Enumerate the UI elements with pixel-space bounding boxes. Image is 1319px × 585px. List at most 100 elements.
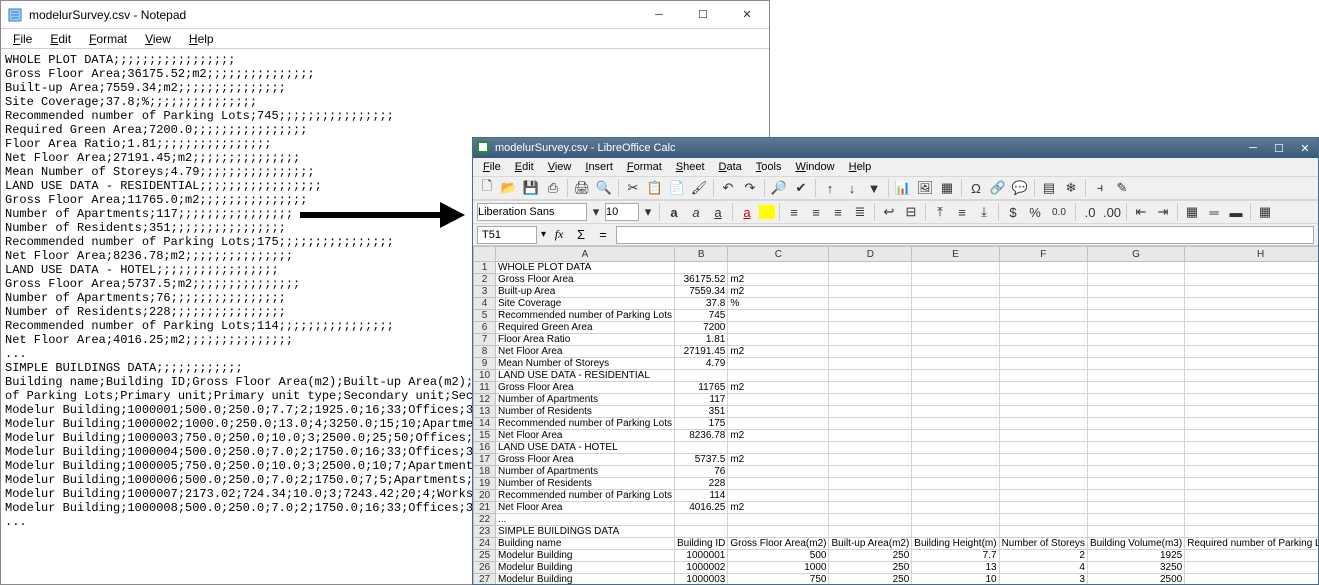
- column-header[interactable]: A: [496, 247, 675, 262]
- cell[interactable]: [1087, 346, 1184, 358]
- cell[interactable]: [1185, 370, 1318, 382]
- cell[interactable]: [674, 370, 727, 382]
- new-doc-icon[interactable]: 🗋: [477, 178, 497, 198]
- border-color-icon[interactable]: ▬: [1226, 202, 1246, 222]
- cell[interactable]: [674, 514, 727, 526]
- cell[interactable]: [1185, 274, 1318, 286]
- sum-icon[interactable]: Σ: [572, 226, 590, 244]
- cell[interactable]: [999, 514, 1087, 526]
- cell[interactable]: [728, 322, 829, 334]
- select-all-corner[interactable]: [474, 247, 496, 262]
- cell[interactable]: 3250: [1087, 562, 1184, 574]
- row-header[interactable]: 26: [474, 562, 496, 574]
- calc-grid[interactable]: ABCDEFGHIJ1WHOLE PLOT DATA2Gross Floor A…: [473, 246, 1318, 584]
- cell[interactable]: 76: [674, 466, 727, 478]
- cell[interactable]: [829, 394, 912, 406]
- notepad-menu-help[interactable]: Help: [181, 30, 222, 48]
- cell[interactable]: [999, 382, 1087, 394]
- cell[interactable]: [999, 418, 1087, 430]
- cell[interactable]: [1087, 430, 1184, 442]
- row-header[interactable]: 9: [474, 358, 496, 370]
- borders-icon[interactable]: ▦: [1182, 202, 1202, 222]
- cell[interactable]: [912, 298, 999, 310]
- cell[interactable]: [1185, 262, 1318, 274]
- cell[interactable]: Required number of Parking Lots: [1185, 538, 1318, 550]
- cell[interactable]: Floor Area Ratio: [496, 334, 675, 346]
- border-style-icon[interactable]: ═: [1204, 202, 1224, 222]
- cell[interactable]: LAND USE DATA - RESIDENTIAL: [496, 370, 675, 382]
- calc-close-button[interactable]: ✕: [1292, 139, 1318, 157]
- minimize-button[interactable]: ─: [637, 1, 681, 29]
- cell[interactable]: [728, 466, 829, 478]
- wrap-text-icon[interactable]: ↩: [879, 202, 899, 222]
- column-header[interactable]: B: [674, 247, 727, 262]
- sort-asc-icon[interactable]: ↑: [820, 178, 840, 198]
- row-header[interactable]: 13: [474, 406, 496, 418]
- row-header[interactable]: 24: [474, 538, 496, 550]
- cell[interactable]: Recommended number of Parking Lots: [496, 418, 675, 430]
- cell[interactable]: 25: [1185, 574, 1318, 585]
- calc-menu-window[interactable]: Window: [789, 160, 840, 174]
- cell[interactable]: [829, 334, 912, 346]
- cell[interactable]: Modelur Building: [496, 574, 675, 585]
- cell[interactable]: [999, 502, 1087, 514]
- cell[interactable]: Building Height(m): [912, 538, 999, 550]
- cell[interactable]: 7.7: [912, 550, 999, 562]
- cell[interactable]: m2: [728, 502, 829, 514]
- close-button[interactable]: ✕: [725, 1, 769, 29]
- row-header[interactable]: 2: [474, 274, 496, 286]
- cell[interactable]: [1185, 430, 1318, 442]
- cell[interactable]: [829, 442, 912, 454]
- cell[interactable]: Net Floor Area: [496, 346, 675, 358]
- cell[interactable]: LAND USE DATA - HOTEL: [496, 442, 675, 454]
- align-left-icon[interactable]: ≡: [784, 202, 804, 222]
- cell[interactable]: [1185, 418, 1318, 430]
- cell[interactable]: [912, 382, 999, 394]
- cell[interactable]: 13: [912, 562, 999, 574]
- cell[interactable]: [1185, 286, 1318, 298]
- cell[interactable]: [728, 526, 829, 538]
- calc-menu-file[interactable]: File: [477, 160, 507, 174]
- cell[interactable]: [999, 454, 1087, 466]
- cell[interactable]: Number of Residents: [496, 406, 675, 418]
- cell[interactable]: [912, 502, 999, 514]
- cell[interactable]: [1185, 490, 1318, 502]
- column-header[interactable]: H: [1185, 247, 1318, 262]
- find-icon[interactable]: 🔎: [769, 178, 789, 198]
- font-size-input[interactable]: [605, 203, 639, 221]
- cell[interactable]: 114: [674, 490, 727, 502]
- column-header[interactable]: C: [728, 247, 829, 262]
- calc-menu-edit[interactable]: Edit: [509, 160, 540, 174]
- hyperlink-icon[interactable]: 🔗: [988, 178, 1008, 198]
- cell[interactable]: [728, 478, 829, 490]
- cell[interactable]: Number of Apartments: [496, 466, 675, 478]
- spellcheck-icon[interactable]: ✔: [791, 178, 811, 198]
- cell[interactable]: 5737.5: [674, 454, 727, 466]
- fontsize-dropdown-icon[interactable]: ▾: [641, 202, 655, 222]
- cell[interactable]: [829, 298, 912, 310]
- conditional-format-icon[interactable]: ▦: [1255, 202, 1275, 222]
- row-header[interactable]: 25: [474, 550, 496, 562]
- font-name-input[interactable]: [477, 203, 587, 221]
- equals-icon[interactable]: =: [594, 226, 612, 244]
- cell[interactable]: [1087, 454, 1184, 466]
- align-center-icon[interactable]: ≡: [806, 202, 826, 222]
- row-header[interactable]: 14: [474, 418, 496, 430]
- cell[interactable]: 16: [1185, 550, 1318, 562]
- cell[interactable]: 11765: [674, 382, 727, 394]
- cell[interactable]: [1185, 382, 1318, 394]
- cell[interactable]: [829, 430, 912, 442]
- cell[interactable]: 1.81: [674, 334, 727, 346]
- cell[interactable]: Mean Number of Storeys: [496, 358, 675, 370]
- cell[interactable]: [999, 346, 1087, 358]
- undo-icon[interactable]: ↶: [718, 178, 738, 198]
- cell[interactable]: [829, 406, 912, 418]
- cell[interactable]: Gross Floor Area: [496, 382, 675, 394]
- paste-icon[interactable]: 📄: [667, 178, 687, 198]
- cell[interactable]: [728, 418, 829, 430]
- align-middle-icon[interactable]: ≡: [952, 202, 972, 222]
- cell[interactable]: [912, 262, 999, 274]
- cell[interactable]: [1087, 490, 1184, 502]
- italic-icon[interactable]: a: [686, 202, 706, 222]
- cell[interactable]: [1087, 286, 1184, 298]
